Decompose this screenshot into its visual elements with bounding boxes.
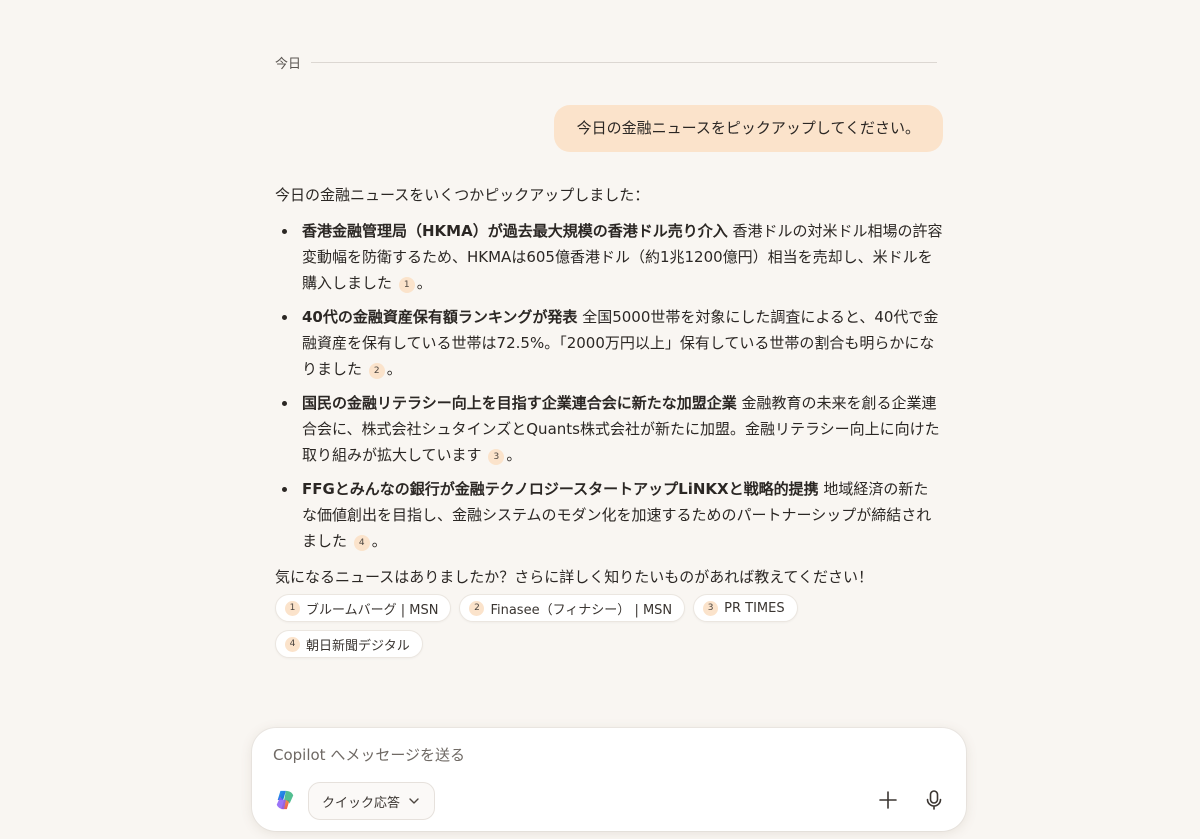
citation-badge[interactable]: 1 [398, 277, 415, 293]
source-number: 2 [469, 600, 485, 616]
source-label: PR TIMES [724, 600, 785, 616]
microphone-icon[interactable] [922, 788, 946, 812]
reply-outro: 気になるニュースはありましたか？さらに詳しく知りたいものがあれば教えてください！ [275, 568, 874, 586]
citation-badge[interactable]: 2 [368, 363, 385, 379]
news-item: 国民の金融リテラシー向上を目指す企業連合会に新たな加盟企業 金融教育の未来を創る… [282, 390, 943, 468]
quick-response-label: クイック応答 [322, 795, 401, 811]
source-chip[interactable]: 1 ブルームバーグ | MSN [275, 594, 452, 622]
source-label: 朝日新聞デジタル [306, 638, 410, 654]
date-divider: 今日 [275, 53, 937, 72]
copilot-logo-icon [276, 790, 294, 810]
news-title: 国民の金融リテラシー向上を目指す企業連合会に新たな加盟企業 [302, 394, 737, 412]
news-item: FFGとみんなの銀行が金融テクノロジースタートアップLiNKXと戦略的提携 地域… [282, 476, 943, 554]
assistant-reply: 今日の金融ニュースをいくつかピックアップしました： 香港金融管理局（HKMA）が… [275, 182, 943, 590]
message-composer[interactable]: Copilot へメッセージを送る クイック応答 [252, 728, 966, 831]
news-item: 40代の金融資産保有額ランキングが発表 全国5000世帯を対象にした調査によると… [282, 304, 943, 382]
source-chips: 1 ブルームバーグ | MSN 2 Finasee（フィナシー） | MSN 3… [275, 594, 835, 658]
source-chip[interactable]: 4 朝日新聞デジタル [275, 630, 423, 658]
reply-intro: 今日の金融ニュースをいくつかピックアップしました： [275, 186, 650, 204]
citation-badge[interactable]: 3 [488, 449, 505, 465]
message-input[interactable]: Copilot へメッセージを送る [273, 744, 465, 765]
news-title: FFGとみんなの銀行が金融テクノロジースタートアップLiNKXと戦略的提携 [302, 480, 819, 498]
news-list: 香港金融管理局（HKMA）が過去最大規模の香港ドル売り介入 香港ドルの対米ドル相… [275, 218, 943, 554]
source-number: 4 [285, 636, 300, 652]
divider-line [311, 62, 937, 63]
source-chip[interactable]: 2 Finasee（フィナシー） | MSN [459, 594, 686, 622]
plus-icon[interactable] [876, 788, 900, 812]
source-chip[interactable]: 3 PR TIMES [693, 594, 798, 622]
source-number: 3 [703, 600, 719, 616]
chevron-down-icon [409, 798, 419, 804]
news-title: 香港金融管理局（HKMA）が過去最大規模の香港ドル売り介入 [302, 222, 728, 240]
news-title: 40代の金融資産保有額ランキングが発表 [302, 308, 578, 326]
source-label: ブルームバーグ | MSN [306, 602, 439, 618]
date-divider-label: 今日 [275, 57, 302, 72]
source-number: 1 [285, 600, 300, 616]
news-item: 香港金融管理局（HKMA）が過去最大規模の香港ドル売り介入 香港ドルの対米ドル相… [282, 218, 943, 296]
source-label: Finasee（フィナシー） | MSN [490, 602, 673, 618]
citation-badge[interactable]: 4 [353, 535, 370, 551]
user-message-bubble: 今日の金融ニュースをピックアップしてください。 [553, 105, 943, 152]
quick-response-dropdown[interactable]: クイック応答 [308, 782, 436, 820]
